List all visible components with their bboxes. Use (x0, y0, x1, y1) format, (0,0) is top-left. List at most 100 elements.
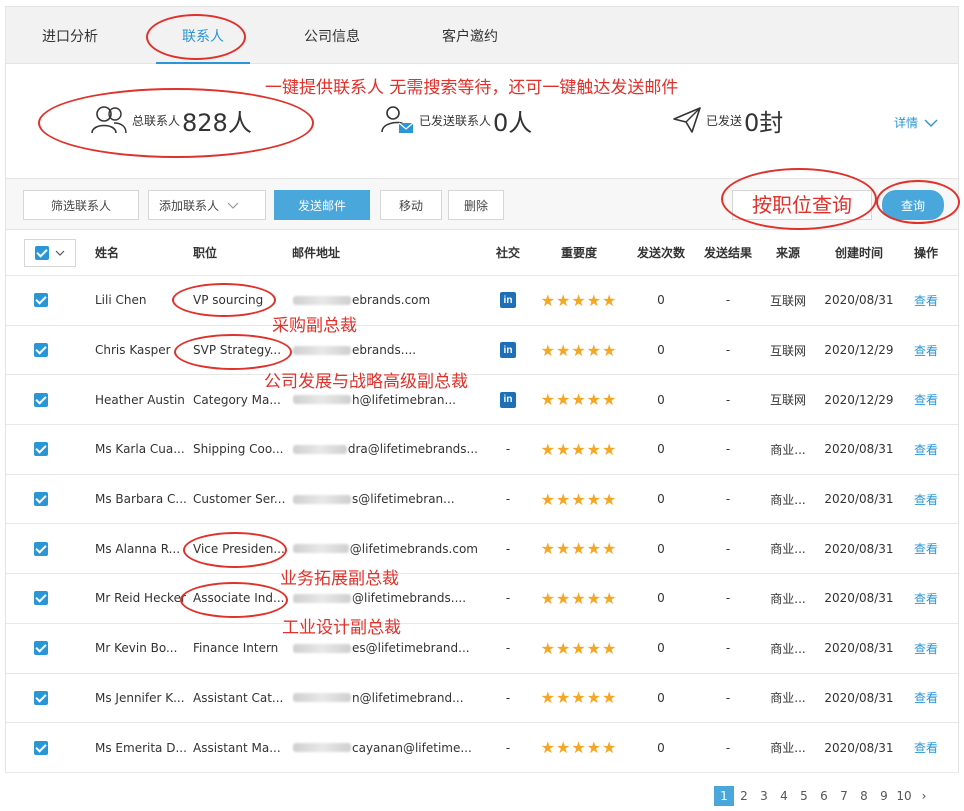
col-source: 来源 (775, 246, 800, 260)
row-checkbox[interactable] (34, 690, 48, 705)
contact-name: Heather Austin (95, 392, 185, 407)
redacted-email (293, 593, 351, 603)
star-rating[interactable]: ★★★★★ (541, 589, 618, 608)
view-link[interactable]: 查看 (914, 540, 938, 557)
contact-email-text: es@lifetimebrand... (352, 641, 470, 656)
paper-plane-icon (673, 107, 701, 133)
table-row[interactable]: Ms Alanna R... Vice Presiden... @lifetim… (6, 524, 958, 575)
row-checkbox[interactable] (34, 740, 48, 755)
importance-stars[interactable]: ★★★★★ (532, 524, 626, 573)
view-link[interactable]: 查看 (914, 292, 938, 309)
select-all-dropdown[interactable] (24, 239, 76, 267)
table-row[interactable]: Ms Barbara C... Customer Ser... s@lifeti… (6, 474, 958, 525)
send-email-button[interactable]: 发送邮件 (274, 190, 370, 220)
page-button[interactable]: 10 (894, 786, 914, 806)
table-row[interactable]: Lili Chen VP sourcing ebrands.com in ★★★… (6, 276, 958, 326)
next-page-button[interactable]: › (914, 786, 934, 806)
importance-stars[interactable]: ★★★★★ (532, 624, 626, 673)
row-checkbox[interactable] (34, 343, 48, 358)
page-button[interactable]: 8 (854, 786, 874, 806)
importance-stars[interactable]: ★★★★★ (532, 326, 626, 375)
page-button[interactable]: 4 (774, 786, 794, 806)
row-checkbox[interactable] (34, 492, 48, 507)
redacted-email (293, 295, 351, 305)
view-link[interactable]: 查看 (914, 739, 938, 756)
page-button[interactable]: 3 (754, 786, 774, 806)
star-rating[interactable]: ★★★★★ (541, 341, 618, 360)
page-button[interactable]: 7 (834, 786, 854, 806)
table-row[interactable]: Ms Jennifer K... Assistant Cat... n@life… (6, 673, 958, 724)
importance-stars[interactable]: ★★★★★ (532, 674, 626, 723)
importance-stars[interactable]: ★★★★★ (532, 475, 626, 524)
row-checkbox[interactable] (34, 541, 48, 556)
table-row[interactable]: Ms Karla Cua... Shipping Coo... dra@life… (6, 425, 958, 475)
star-rating[interactable]: ★★★★★ (541, 539, 618, 558)
view-link-cell: 查看 (904, 723, 948, 772)
row-checkbox[interactable] (34, 591, 48, 606)
view-link[interactable]: 查看 (914, 491, 938, 508)
contact-source: 商业... (770, 741, 806, 756)
total-contacts-value: 828人 (182, 108, 252, 137)
query-button[interactable]: 查询 (882, 190, 944, 220)
star-rating[interactable]: ★★★★★ (541, 639, 618, 658)
importance-stars[interactable]: ★★★★★ (532, 574, 626, 623)
view-link[interactable]: 查看 (914, 441, 938, 458)
contact-name: Chris Kasper (95, 343, 171, 358)
table-row[interactable]: Chris Kasper SVP Strategy... ebrands....… (6, 325, 958, 376)
table-body: Lili Chen VP sourcing ebrands.com in ★★★… (6, 276, 958, 773)
star-rating[interactable]: ★★★★★ (541, 390, 618, 409)
view-link[interactable]: 查看 (914, 590, 938, 607)
star-rating[interactable]: ★★★★★ (541, 738, 618, 757)
sent-contacts-label: 已发送联系人 (419, 113, 492, 128)
contact-name: Ms Barbara C... (95, 492, 187, 507)
page-button[interactable]: 2 (734, 786, 754, 806)
view-link[interactable]: 查看 (914, 391, 938, 408)
linkedin-icon[interactable]: in (500, 342, 516, 359)
details-label: 详情 (894, 116, 919, 130)
star-rating[interactable]: ★★★★★ (541, 440, 618, 459)
importance-stars[interactable]: ★★★★★ (532, 276, 626, 325)
title-search-input[interactable] (732, 190, 872, 220)
view-link[interactable]: 查看 (914, 342, 938, 359)
contact-title: SVP Strategy... (193, 343, 282, 358)
page-button[interactable]: 6 (814, 786, 834, 806)
page-button[interactable]: 9 (874, 786, 894, 806)
row-checkbox[interactable] (34, 392, 48, 407)
table-row[interactable]: Mr Reid Hecker Associate Ind... @lifetim… (6, 574, 958, 624)
row-checkbox[interactable] (34, 293, 48, 308)
details-toggle[interactable]: 详情 (894, 114, 938, 131)
contact-title: Assistant Cat... (193, 690, 284, 705)
social-cell: in (488, 326, 528, 375)
view-link[interactable]: 查看 (914, 640, 938, 657)
tab-customer-invite[interactable]: 客户邀约 (442, 7, 498, 65)
created-date: 2020/08/31 (824, 591, 894, 606)
star-rating[interactable]: ★★★★★ (541, 490, 618, 509)
row-checkbox[interactable] (34, 641, 48, 656)
row-checkbox[interactable] (34, 442, 48, 457)
stat-total-contacts: 总联系人 828人 (90, 100, 252, 140)
move-button[interactable]: 移动 (380, 190, 442, 220)
page-button[interactable]: 1 (714, 786, 734, 806)
tab-contacts[interactable]: 联系人 (182, 7, 224, 65)
page-button[interactable]: 5 (794, 786, 814, 806)
star-rating[interactable]: ★★★★★ (541, 688, 618, 707)
table-row[interactable]: Heather Austin Category Ma... h@lifetime… (6, 375, 958, 426)
filter-contacts-button[interactable]: 筛选联系人 (23, 190, 139, 220)
delete-button[interactable]: 删除 (448, 190, 504, 220)
table-row[interactable]: Mr Kevin Bo... Finance Intern es@lifetim… (6, 623, 958, 674)
redacted-email (293, 494, 351, 504)
add-contact-dropdown[interactable]: 添加联系人 (148, 190, 266, 220)
contact-email: s@lifetimebran... (292, 475, 478, 524)
select-all-checkbox[interactable] (35, 246, 49, 260)
star-rating[interactable]: ★★★★★ (541, 291, 618, 310)
tab-company-info[interactable]: 公司信息 (304, 7, 360, 65)
linkedin-icon[interactable]: in (500, 292, 516, 309)
view-link[interactable]: 查看 (914, 689, 938, 706)
importance-stars[interactable]: ★★★★★ (532, 425, 626, 474)
redacted-email (293, 444, 347, 454)
tab-import-analysis[interactable]: 进口分析 (42, 7, 98, 65)
importance-stars[interactable]: ★★★★★ (532, 723, 626, 772)
importance-stars[interactable]: ★★★★★ (532, 375, 626, 424)
linkedin-icon[interactable]: in (500, 391, 516, 408)
table-row[interactable]: Ms Emerita D... Assistant Ma... cayanan@… (6, 723, 958, 773)
